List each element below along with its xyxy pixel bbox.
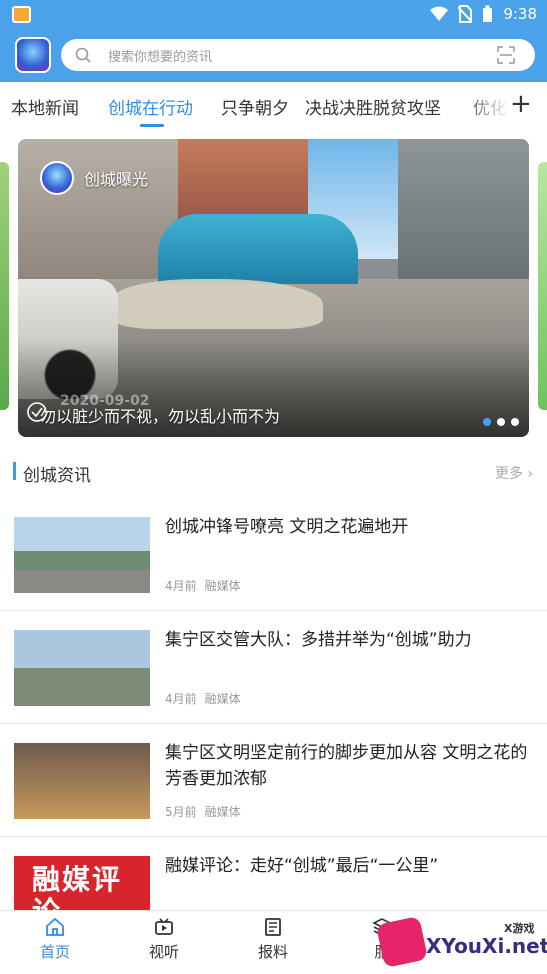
banner-caption: 勿以脏少而不视，勿以乱小而不为 [40,407,281,426]
status-time: 9:38 [503,5,537,23]
site-watermark: X游戏 XYouXi.net [375,914,547,974]
nav-report-label: 报料 [257,943,288,961]
news-title: 集宁区交管大队：多措并举为“创城”助力 [165,630,472,650]
banner-channel: 创城曝光 [40,161,148,195]
tab-local-news[interactable]: 本地新闻 [11,94,79,119]
channel-logo [40,161,74,195]
report-icon [265,918,281,936]
app-header: 搜索你想要的资讯 [0,30,547,82]
carousel-dot[interactable] [497,418,505,426]
news-time: 5月前 [165,805,197,819]
news-meta: 4月前 融媒体 [165,577,249,594]
search-input[interactable]: 搜索你想要的资讯 [108,46,212,65]
nav-home[interactable]: 首页 [25,917,85,962]
news-item[interactable]: 融媒评论 融媒评论：走好“创城”最后“一公里” [0,837,547,932]
search-icon [75,47,91,63]
channel-name: 创城曝光 [84,170,149,189]
carousel-dot[interactable] [511,418,519,426]
carousel-dots [483,418,519,426]
section-title: 创城资讯 [23,466,91,486]
news-source: 融媒体 [204,579,241,593]
no-sim-icon [458,5,473,23]
news-item[interactable]: 创城冲锋号嘹亮 文明之花遍地开 4月前 融媒体 [0,498,547,611]
tab-seize-the-day[interactable]: 只争朝夕 [221,94,289,119]
carousel-dot-active[interactable] [483,418,491,426]
add-channel-icon[interactable]: + [510,90,532,118]
video-icon [155,918,173,935]
news-source: 融媒体 [204,692,241,706]
news-meta: 5月前 融媒体 [165,803,249,820]
scan-icon[interactable] [497,46,515,64]
section-accent-bar [13,462,16,480]
more-link[interactable]: 更多 › [495,463,533,483]
tab-city-action[interactable]: 创城在行动 [108,94,193,119]
home-icon [46,917,64,936]
app-logo[interactable] [15,37,51,73]
nav-video-label: 视听 [148,943,179,961]
more-label: 更多 [494,466,523,482]
news-time: 4月前 [165,579,197,593]
chevron-right-icon: › [527,466,533,482]
prev-slide-peek[interactable] [0,162,9,410]
next-slide-peek[interactable] [538,162,547,410]
status-bar: 9:38 [0,0,547,30]
news-thumbnail [14,517,150,593]
nav-video[interactable]: 视听 [134,917,194,962]
news-thumbnail [14,743,150,819]
category-tabs: 本地新闻 创城在行动 只争朝夕 决战决胜脱贫攻坚 优化 + [0,82,547,128]
status-icons: 9:38 [430,5,537,23]
news-meta: 4月前 融媒体 [165,690,249,707]
active-tab-indicator [140,124,164,127]
news-item[interactable]: 集宁区文明坚定前行的脚步更加从容 文明之花的芳香更加浓郁 5月前 融媒体 [0,724,547,837]
news-time: 4月前 [165,692,197,706]
watermark-logo-icon [375,915,429,969]
nav-report[interactable]: 报料 [243,917,303,962]
news-source: 融媒体 [204,805,241,819]
banner-carousel[interactable]: 创城曝光 2020-09-02 勿以脏少而不视，勿以乱小而不为 [18,139,529,437]
wifi-icon [430,6,449,21]
battery-icon [483,5,493,22]
news-item[interactable]: 集宁区交管大队：多措并举为“创城”助力 4月前 融媒体 [0,611,547,724]
watermark-text: XYouXi.net [426,934,547,958]
news-title: 融媒评论：走好“创城”最后“一公里” [165,856,439,876]
search-bar[interactable]: 搜索你想要的资讯 [61,39,535,71]
news-title: 集宁区文明坚定前行的脚步更加从容 文明之花的芳香更加浓郁 [165,743,528,789]
tab-poverty-alleviation[interactable]: 决战决胜脱贫攻坚 [305,94,441,119]
news-title: 创城冲锋号嘹亮 文明之花遍地开 [165,517,409,537]
notification-app-icon [12,6,31,23]
nav-home-label: 首页 [39,943,70,961]
section-header: 创城资讯 更多 › [0,448,547,498]
tab-fade [460,82,510,128]
news-thumbnail [14,630,150,706]
